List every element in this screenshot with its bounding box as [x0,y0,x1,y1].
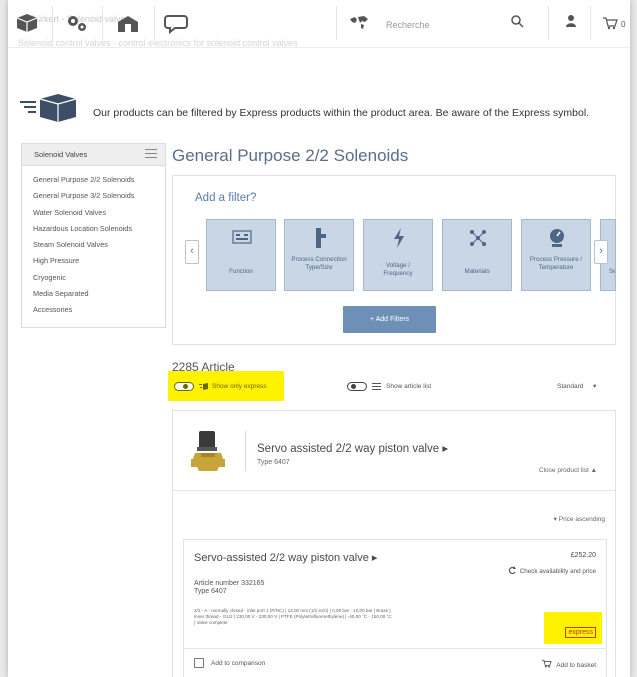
price-sort-select[interactable]: ▾ Price ascending [554,515,605,523]
cart-count: 0 [621,20,626,29]
check-availability-link[interactable]: Check availability and price [508,566,596,575]
search-icon[interactable] [510,14,524,28]
nav-separator [336,6,337,40]
products-cube-icon[interactable] [14,12,40,34]
express-badge: express [565,627,596,638]
product-group-title[interactable]: Servo assisted 2/2 way piston valve ▸ [257,441,448,455]
sidebar-title: Solenoid Valves [34,150,88,159]
industry-icon[interactable] [116,12,142,34]
article-price: £252.20 [570,552,596,559]
sidebar-header: Solenoid Valves [22,144,165,166]
show-article-list-toggle[interactable] [347,382,367,391]
product-group-type: Type 6407 [257,459,290,466]
express-badge-highlight: express [544,612,602,644]
filter-label: Se [609,268,616,275]
list-icon [372,383,381,390]
product-group: Servo assisted 2/2 way piston valve ▸ Ty… [172,410,616,677]
express-mini-icon [199,383,208,390]
page-title: General Purpose 2/2 Solenoids [172,146,409,165]
materials-icon [470,230,486,246]
filter-label: Materials [464,268,490,275]
sidebar-item-high-pressure[interactable]: High Pressure [33,255,165,271]
filter-card-pressure-temperature[interactable]: Process Pressure / Temperature [521,219,591,291]
sidebar-item-steam[interactable]: Steam Solenoid Valves [33,239,165,255]
nav-separator [548,6,549,40]
nav-separator [154,6,155,40]
show-article-list-label[interactable]: Show article list [386,383,431,390]
filter-label: Function [229,268,253,275]
valve-product-image[interactable] [191,429,227,473]
filter-panel: Add a filter? ‹ Function Process Connect… [172,175,616,345]
sidebar-item-general-purpose-3-2[interactable]: General Purpose 3/2 Solenoids [33,190,165,206]
article-number: Article number 332165 [194,580,265,587]
sidebar-item-water[interactable]: Water Solenoid Valves [33,207,165,223]
nav-separator [52,6,53,40]
basket-icon [542,659,552,668]
express-info-banner: Our products can be filtered by Express … [20,93,620,133]
sidebar-item-general-purpose-2-2[interactable]: General Purpose 2/2 Solenoids [33,174,165,190]
filter-card-process-connection[interactable]: Process Connection Type/Size [284,219,354,291]
world-map-icon[interactable] [348,14,370,32]
filter-prompt: Add a filter? [195,192,257,204]
ghost-subline: Solenoid control valves · control electr… [18,38,298,48]
show-only-express-toggle[interactable] [174,382,194,391]
nav-separator [590,6,591,40]
nav-separator [102,6,103,40]
voltage-icon [394,228,404,248]
header-separator [245,431,246,471]
chat-bubble-icon[interactable] [164,12,190,34]
sidebar-item-accessories[interactable]: Accessories [33,304,165,320]
filter-label: Process Pressure / Temperature [529,256,583,271]
express-delivery-icon [20,94,77,122]
article-description: 2/2 - A - normally closed - inlet port 1… [194,608,392,626]
show-only-express-label[interactable]: Show only express [212,383,267,390]
add-to-basket-label: Add to basket [556,662,596,669]
filter-prev-button[interactable]: ‹ [185,240,199,264]
article-card: Servo-assisted 2/2 way piston valve ▸ £2… [183,539,607,677]
function-icon [232,230,252,244]
page-frame: Bürkert - Solenoid valves Solenoid contr… [8,0,630,677]
article-divider [184,648,606,649]
hamburger-menu-icon[interactable] [145,149,157,159]
express-info-text: Our products can be filtered by Express … [93,107,590,119]
add-to-basket-button[interactable]: Add to basket [541,659,596,669]
filter-label: Process Connection Type/Size [291,256,347,271]
gears-icon[interactable] [64,12,90,34]
search-input[interactable]: Recherche [386,20,430,30]
close-product-list-link[interactable]: Close product list ▲ [539,467,597,474]
article-title[interactable]: Servo-assisted 2/2 way piston valve ▸ [194,552,394,564]
user-account-icon[interactable] [565,14,577,28]
connection-icon [316,228,326,248]
refresh-icon [508,566,516,575]
category-sidebar: Solenoid Valves General Purpose 2/2 Sole… [21,143,166,328]
sidebar-item-hazardous-location[interactable]: Hazardous Location Solenoids [33,223,165,239]
sidebar-list: General Purpose 2/2 Solenoids General Pu… [22,166,165,321]
check-availability-label: Check availability and price [519,568,596,575]
add-to-comparison-checkbox[interactable] [194,658,204,668]
product-group-header: Servo assisted 2/2 way piston valve ▸ Ty… [173,411,615,491]
filter-card-materials[interactable]: Materials [442,219,512,291]
add-to-comparison-label[interactable]: Add to comparison [211,660,265,667]
filter-card-voltage[interactable]: Voltage / Frequency [363,219,433,291]
sidebar-item-media-separated[interactable]: Media Separated [33,288,165,304]
filter-card-function[interactable]: Function [206,219,276,291]
cart-icon[interactable] [602,16,618,30]
chevron-down-icon[interactable]: ▾ [593,382,596,390]
sidebar-item-cryogenic[interactable]: Cryogenic [33,272,165,288]
filter-next-button[interactable]: › [594,240,608,264]
sort-select[interactable]: Standard [557,383,583,390]
article-meta: Article number 332165 Type 6407 [194,580,264,596]
pressure-icon [550,229,564,247]
add-filters-button[interactable]: + Add Filters [343,306,436,333]
article-type: Type 6407 [194,588,227,595]
top-navigation-bar: Bürkert - Solenoid valves Solenoid contr… [8,0,630,48]
filter-label: Voltage / Frequency [383,262,413,277]
